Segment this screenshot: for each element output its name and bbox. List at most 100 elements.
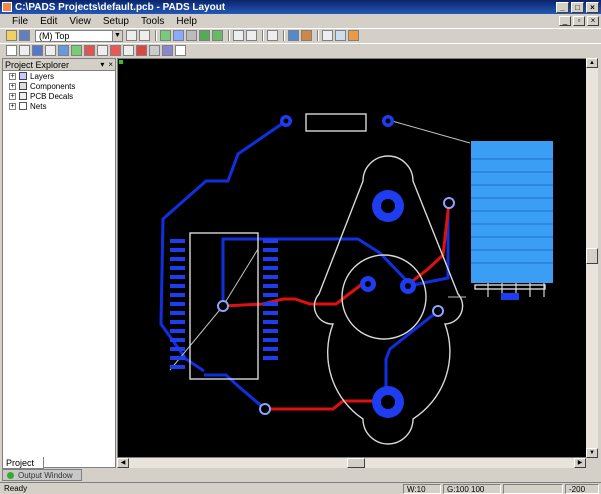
menu-help[interactable]: Help: [170, 16, 203, 27]
zoom-icon[interactable]: [267, 30, 278, 41]
vertical-scrollbar[interactable]: ▲ ▼: [586, 58, 598, 458]
project-explorer: Project Explorer ▾ × + Layers + Componen…: [2, 58, 116, 468]
scroll-up-button[interactable]: ▲: [586, 58, 598, 68]
bus-route-icon[interactable]: [71, 45, 82, 56]
doc-restore-button[interactable]: ▫: [573, 16, 585, 26]
expand-icon[interactable]: +: [9, 102, 16, 110]
add-via-icon[interactable]: [110, 45, 121, 56]
scroll-right-button[interactable]: ▶: [574, 458, 586, 468]
status-text: Ready: [4, 484, 28, 493]
redraw-icon[interactable]: [301, 30, 312, 41]
open-icon[interactable]: [6, 30, 17, 41]
close-button[interactable]: ×: [586, 1, 599, 13]
status-width: W:10: [403, 483, 441, 494]
pcb-drawing[interactable]: [118, 59, 595, 457]
move-icon[interactable]: [19, 45, 30, 56]
drc-icon[interactable]: [136, 45, 147, 56]
menu-setup[interactable]: Setup: [97, 16, 135, 27]
dynamic-route-icon[interactable]: [58, 45, 69, 56]
menu-edit[interactable]: Edit: [34, 16, 63, 27]
layer-select[interactable]: (M) Top ▼: [35, 29, 123, 42]
layer-select-value: (M) Top: [39, 30, 70, 41]
maximize-button[interactable]: □: [571, 1, 584, 13]
expand-icon[interactable]: +: [9, 92, 16, 100]
project-explorer-icon[interactable]: [322, 30, 333, 41]
bga-toolbar-icon[interactable]: [212, 30, 223, 41]
menu-tools[interactable]: Tools: [135, 16, 170, 27]
app-icon: [2, 2, 12, 12]
explorer-header: Project Explorer ▾ ×: [3, 59, 115, 71]
tree-item-layers[interactable]: + Layers: [3, 71, 115, 81]
scroll-thumb-vertical[interactable]: [586, 248, 598, 264]
tab-project[interactable]: Project: [2, 457, 44, 469]
standard-toolbar: (M) Top ▼: [0, 28, 601, 42]
minimize-button[interactable]: _: [556, 1, 569, 13]
redo-icon[interactable]: [246, 30, 257, 41]
ratsnest: [169, 120, 471, 371]
drafting-toolbar-icon[interactable]: [173, 30, 184, 41]
save-icon[interactable]: [19, 30, 30, 41]
undo-icon[interactable]: [233, 30, 244, 41]
expand-icon[interactable]: +: [9, 82, 16, 90]
explorer-title: Project Explorer: [5, 59, 70, 70]
tree-item-label: PCB Decals: [30, 91, 74, 101]
window-title: C:\PADS Projects\default.pcb - PADS Layo…: [15, 1, 226, 13]
bottom-traces: [222, 202, 451, 411]
design-toolbar-icon[interactable]: [160, 30, 171, 41]
plane-icon[interactable]: [162, 45, 173, 56]
status-coord-y: -200: [565, 483, 599, 494]
ic-pads-left: [170, 239, 185, 369]
tree-item-pcb-decals[interactable]: + PCB Decals: [3, 91, 115, 101]
pin-icon[interactable]: ▾: [100, 60, 104, 69]
chevron-down-icon[interactable]: ▼: [112, 30, 122, 41]
add-route-icon[interactable]: [45, 45, 56, 56]
smt-connector: [471, 141, 553, 300]
layers-icon: [19, 72, 27, 80]
scroll-down-button[interactable]: ▼: [586, 448, 598, 458]
large-pads: [372, 190, 404, 418]
design-toolbar: [0, 43, 601, 57]
tree-item-components[interactable]: + Components: [3, 81, 115, 91]
nets-icon: [19, 102, 27, 110]
split-icon[interactable]: [84, 45, 95, 56]
scroll-thumb-horizontal[interactable]: [347, 458, 365, 468]
tree-item-label: Nets: [30, 101, 47, 111]
text-icon[interactable]: [175, 45, 186, 56]
horizontal-scrollbar[interactable]: ◀ ▶: [117, 458, 586, 468]
output-window-label: Output Window: [18, 470, 73, 480]
cycle-icon[interactable]: [139, 30, 150, 41]
origin-marker: [119, 60, 123, 64]
doc-close-button[interactable]: ×: [587, 16, 599, 26]
select-arrow-icon[interactable]: [6, 45, 17, 56]
layer-pair-icon[interactable]: [126, 30, 137, 41]
top-traces: [159, 119, 450, 411]
component-icon[interactable]: [123, 45, 134, 56]
route-icon[interactable]: [32, 45, 43, 56]
tab-project-label: Project: [6, 457, 35, 468]
doc-minimize-button[interactable]: _: [559, 16, 571, 26]
output-window-icon: [7, 471, 14, 479]
menu-view[interactable]: View: [63, 16, 97, 27]
scroll-left-button[interactable]: ◀: [117, 458, 129, 468]
ecc-toolbar-icon[interactable]: [199, 30, 210, 41]
title-bar: C:\PADS Projects\default.pcb - PADS Layo…: [0, 0, 601, 14]
expand-icon[interactable]: +: [9, 72, 16, 80]
dimension-toolbar-icon[interactable]: [186, 30, 197, 41]
tree-item-label: Layers: [30, 71, 55, 81]
menu-bar: File Edit View Setup Tools Help _ ▫ ×: [0, 14, 601, 28]
display-colors-icon[interactable]: [348, 30, 359, 41]
tree-item-nets[interactable]: + Nets: [3, 101, 115, 111]
output-window-icon[interactable]: [335, 30, 346, 41]
view-board-icon[interactable]: [288, 30, 299, 41]
output-window-tab[interactable]: Output Window: [2, 469, 82, 481]
pcb-canvas[interactable]: [117, 58, 596, 458]
menu-file[interactable]: File: [6, 16, 34, 27]
components-icon: [19, 82, 27, 90]
length-icon[interactable]: [149, 45, 160, 56]
decals-icon: [19, 92, 27, 100]
status-coord-x: [503, 483, 563, 494]
status-bar: Ready W:10 G:100 100 -200: [0, 482, 601, 494]
close-icon[interactable]: ×: [108, 60, 113, 69]
tree-item-label: Components: [30, 81, 76, 91]
sketch-icon[interactable]: [97, 45, 108, 56]
